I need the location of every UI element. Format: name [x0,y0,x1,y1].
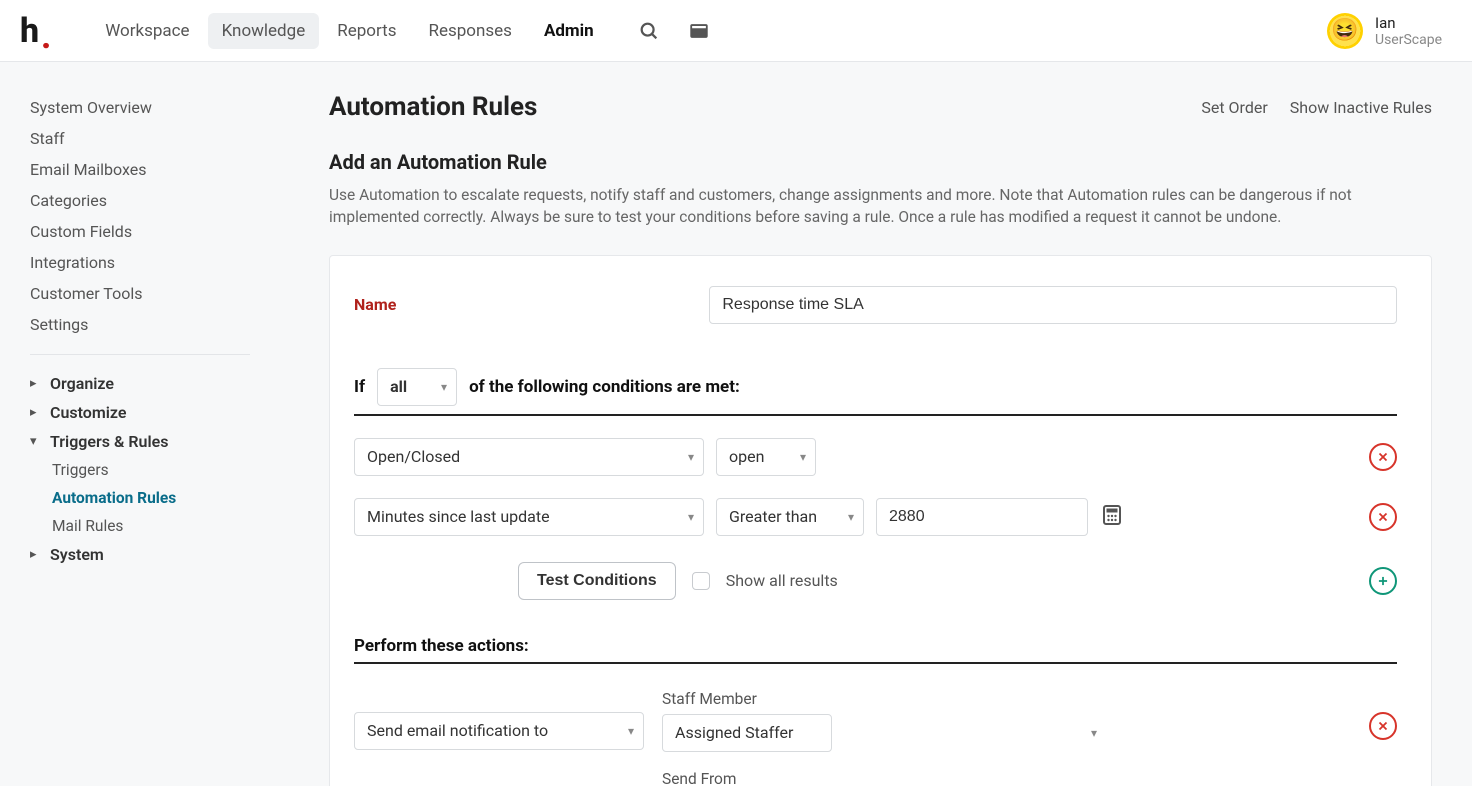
avatar: 😆 [1327,13,1363,49]
page-description: Use Automation to escalate requests, not… [329,184,1409,229]
nav-reports[interactable]: Reports [323,13,410,49]
if-label: If [354,377,365,397]
name-label: Name [354,295,709,314]
add-condition-button[interactable] [1369,567,1397,595]
sidebar-settings[interactable]: Settings [30,309,283,340]
sidebar-group-triggers[interactable]: ▾ Triggers & Rules [30,427,283,456]
admin-sidebar: System Overview Staff Email Mailboxes Ca… [0,62,305,786]
condition-op-select[interactable]: open [716,438,816,476]
send-from-label: Send From [662,770,1107,786]
chevron-right-icon: ▸ [30,547,40,562]
sidebar-staff[interactable]: Staff [30,123,283,154]
sidebar-custom-fields[interactable]: Custom Fields [30,216,283,247]
user-menu[interactable]: 😆 Ian UserScape [1327,13,1442,49]
nav-workspace[interactable]: Workspace [91,13,203,49]
app-header: h. Workspace Knowledge Reports Responses… [0,0,1472,62]
condition-row: Open/Closed ▾ open ▾ [354,438,1397,476]
chevron-down-icon: ▾ [30,434,40,449]
main-content: Automation Rules Set Order Show Inactive… [305,62,1472,786]
sidebar-system-overview[interactable]: System Overview [30,92,283,123]
user-name: Ian [1375,14,1442,32]
app-logo: h. [20,14,51,48]
page-subtitle: Add an Automation Rule [329,150,1432,174]
condition-field-select[interactable]: Minutes since last update [354,498,704,536]
nav-responses[interactable]: Responses [414,13,525,49]
chevron-right-icon: ▸ [30,405,40,420]
actions-label: Perform these actions: [354,636,1397,656]
user-org: UserScape [1375,32,1442,48]
staff-member-select[interactable]: Assigned Staffer [662,714,832,752]
sidebar-categories[interactable]: Categories [30,185,283,216]
condition-field-select[interactable]: Open/Closed [354,438,704,476]
sidebar-customer-tools[interactable]: Customer Tools [30,278,283,309]
remove-condition-button[interactable] [1369,443,1397,471]
staff-member-label: Staff Member [662,690,1107,708]
nav-admin[interactable]: Admin [530,13,608,49]
sidebar-integrations[interactable]: Integrations [30,247,283,278]
search-icon[interactable] [638,20,660,42]
top-nav: Workspace Knowledge Reports Responses Ad… [91,13,608,49]
chevron-down-icon: ▾ [1091,726,1097,740]
set-order-link[interactable]: Set Order [1201,98,1267,117]
show-inactive-link[interactable]: Show Inactive Rules [1290,98,1432,117]
condition-value-input[interactable] [876,498,1088,536]
sidebar-mail-rules[interactable]: Mail Rules [52,512,283,540]
condition-op-select[interactable]: Greater than [716,498,864,536]
match-mode-select[interactable]: all [377,368,457,406]
show-all-results-checkbox[interactable] [692,572,710,590]
sidebar-email-mailboxes[interactable]: Email Mailboxes [30,154,283,185]
action-row: Send email notification to ▾ Staff Membe… [354,690,1397,786]
remove-condition-button[interactable] [1369,503,1397,531]
sidebar-group-system[interactable]: ▸ System [30,540,283,569]
page-title: Automation Rules [329,92,537,122]
sidebar-automation-rules[interactable]: Automation Rules [52,484,283,512]
nav-knowledge[interactable]: Knowledge [208,13,320,49]
show-all-results-label: Show all results [726,571,838,590]
test-conditions-button[interactable]: Test Conditions [518,562,676,600]
rule-name-input[interactable] [709,286,1397,324]
sidebar-group-organize[interactable]: ▸ Organize [30,369,283,398]
chevron-right-icon: ▸ [30,376,40,391]
action-type-select[interactable]: Send email notification to [354,712,644,750]
remove-action-button[interactable] [1369,712,1397,740]
window-icon[interactable] [688,20,710,42]
sidebar-group-customize[interactable]: ▸ Customize [30,398,283,427]
if-suffix: of the following conditions are met: [469,377,740,397]
sidebar-triggers[interactable]: Triggers [52,456,283,484]
rule-form-card: Name If all ▾ of the following condition… [329,255,1432,786]
calculator-icon[interactable] [1100,503,1124,531]
condition-row: Minutes since last update ▾ Greater than… [354,498,1397,536]
